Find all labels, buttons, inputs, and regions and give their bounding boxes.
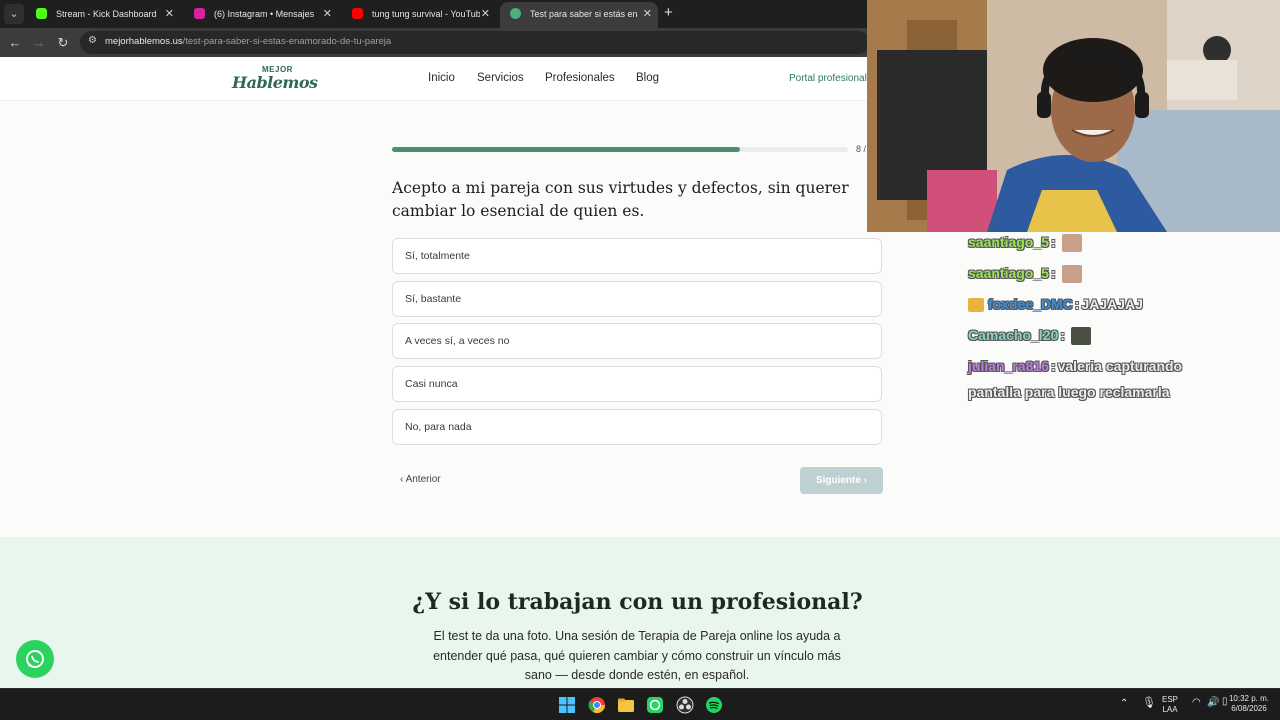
whatsapp-taskbar-icon[interactable] — [646, 696, 664, 714]
previous-button[interactable]: ‹ Anterior — [400, 474, 441, 485]
stream-chat-overlay: saantiago_5: saantiago_5: foxdee_DMC: JAJ… — [968, 234, 1268, 414]
site-info-icon[interactable]: ⚙ — [88, 35, 97, 46]
back-arrow-icon[interactable]: ← — [5, 33, 25, 53]
chat-text: pantalla para luego reclamarla — [968, 384, 1170, 400]
crown-badge-icon — [968, 298, 984, 313]
spotify-icon[interactable] — [705, 696, 723, 714]
new-tab-icon[interactable]: + — [664, 4, 673, 22]
next-label: Siguiente — [815, 475, 861, 486]
chat-username: saantiago_5 — [968, 265, 1049, 281]
obs-icon[interactable] — [676, 696, 694, 714]
tab-test-active[interactable]: Test para saber si estás enamor ✕ — [500, 2, 658, 28]
quiz-progress-count: 8 / — [856, 144, 867, 154]
tab-search-button[interactable]: ⌄ — [4, 4, 24, 24]
tab-instagram[interactable]: (6) Instagram • Mensajes ✕ — [184, 2, 338, 28]
answer-option[interactable]: Sí, bastante — [392, 281, 882, 317]
cat-emote-icon — [1061, 234, 1082, 253]
answer-option[interactable]: No, para nada — [392, 409, 882, 445]
address-bar[interactable]: ⚙ mejorhablemos.us/test-para-saber-si-es… — [80, 31, 870, 54]
answer-option[interactable]: Casi nunca — [392, 366, 882, 402]
quiz-question: Acepto a mi pareja con sus virtudes y de… — [392, 179, 849, 220]
chat-message-continued: pantalla para luego reclamarla — [968, 384, 1170, 400]
tab-youtube[interactable]: tung tung survival - YouTube ✕ — [342, 2, 496, 28]
screen: ⌄ Stream - Kick Dashboard ✕ (6) Instagra… — [0, 0, 1280, 720]
url-text: mejorhablemos.us/test-para-saber-si-esta… — [105, 36, 391, 47]
nav-profesionales[interactable]: Profesionales — [545, 72, 615, 84]
instagram-favicon-icon — [194, 8, 205, 19]
nav-servicios[interactable]: Servicios — [477, 72, 524, 84]
language-indicator[interactable]: ESP LAA — [1162, 695, 1178, 715]
site-logo[interactable]: MEJOR Hablemos — [232, 65, 318, 95]
chat-message: saantiago_5: — [968, 265, 1082, 284]
clock[interactable]: 10:32 p. m. 6/08/2026 — [1228, 694, 1270, 714]
forward-arrow-icon[interactable]: → — [29, 33, 49, 53]
picture-emote-icon — [1070, 327, 1091, 346]
kick-favicon-icon — [36, 8, 47, 19]
chat-message: julian_ra816: valeria capturando — [968, 358, 1182, 374]
wifi-icon[interactable]: ◠ — [1192, 698, 1201, 708]
chrome-icon[interactable] — [588, 696, 606, 714]
promo-title: ¿Y si lo trabajan con un profesional? — [412, 589, 863, 615]
therapy-promo-section: ¿Y si lo trabajan con un profesional? El… — [0, 537, 1280, 688]
reload-icon[interactable]: ↻ — [53, 33, 73, 53]
quiz-progress-bar — [392, 147, 848, 152]
portal-profesional-link[interactable]: Portal profesional — [789, 73, 867, 84]
chat-separator: : — [1060, 327, 1065, 343]
keyboard-layout: LAA — [1162, 705, 1178, 714]
logo-hablemos: Hablemos — [232, 73, 318, 92]
close-tab-icon[interactable]: ✕ — [481, 2, 490, 26]
chat-message: Camacho_l20: — [968, 327, 1091, 346]
cat-emote-icon — [1061, 265, 1082, 284]
whatsapp-button[interactable] — [16, 640, 54, 678]
windows-start-icon[interactable] — [558, 696, 576, 714]
clock-date: 6/08/2026 — [1231, 704, 1267, 713]
chevron-left-icon: ‹ — [400, 474, 404, 485]
close-tab-icon[interactable]: ✕ — [165, 2, 174, 26]
answer-option[interactable]: Sí, totalmente — [392, 238, 882, 274]
windows-taskbar: ⌃ 🎙 ESP LAA ◠ 🔊 ▯ 10:32 p. m. 6/08/2026 — [0, 688, 1280, 720]
chat-message: foxdee_DMC: JAJAJAJ — [968, 296, 1143, 313]
close-tab-icon[interactable]: ✕ — [643, 2, 652, 26]
chat-separator: : — [1074, 296, 1080, 312]
file-explorer-icon[interactable] — [617, 696, 635, 714]
close-tab-icon[interactable]: ✕ — [323, 2, 332, 26]
whatsapp-icon — [26, 650, 44, 668]
chat-text: valeria capturando — [1057, 358, 1183, 374]
answer-option[interactable]: A veces sí, a veces no — [392, 323, 882, 359]
tab-kick[interactable]: Stream - Kick Dashboard ✕ — [26, 2, 180, 28]
chevron-right-icon: › — [863, 475, 868, 486]
chat-separator: : — [1050, 234, 1056, 250]
nav-blog[interactable]: Blog — [636, 72, 659, 84]
previous-label: Anterior — [405, 474, 441, 485]
url-host: mejorhablemos.us — [105, 36, 183, 47]
chat-username: julian_ra816 — [968, 358, 1049, 374]
microphone-icon[interactable]: 🎙 — [1142, 698, 1156, 709]
site-favicon-icon — [510, 8, 521, 19]
promo-text: El test te da una foto. Una sesión de Te… — [433, 629, 841, 682]
volume-icon[interactable]: 🔊 — [1207, 698, 1219, 708]
quiz-progress-fill — [392, 147, 741, 152]
youtube-favicon-icon — [352, 8, 363, 19]
nav-inicio[interactable]: Inicio — [428, 72, 455, 84]
next-button[interactable]: Siguiente › — [800, 467, 883, 494]
webcam-feed — [867, 0, 1280, 232]
chat-text: JAJAJAJ — [1081, 296, 1143, 312]
chat-separator: : — [1050, 265, 1056, 281]
language-code: ESP — [1162, 695, 1179, 704]
clock-time: 10:32 p. m. — [1228, 694, 1270, 703]
chat-username: Camacho_l20 — [968, 327, 1059, 343]
chat-separator: : — [1050, 358, 1056, 374]
webcam-image — [867, 0, 1280, 232]
chat-username: saantiago_5 — [968, 234, 1049, 250]
chat-username: foxdee_DMC — [988, 296, 1073, 312]
tray-overflow-chevron-icon[interactable]: ⌃ — [1120, 699, 1128, 709]
url-path: /test-para-saber-si-estas-enamorado-de-t… — [182, 36, 392, 47]
battery-icon[interactable]: ▯ — [1222, 697, 1228, 707]
chat-message: saantiago_5: — [968, 234, 1082, 253]
